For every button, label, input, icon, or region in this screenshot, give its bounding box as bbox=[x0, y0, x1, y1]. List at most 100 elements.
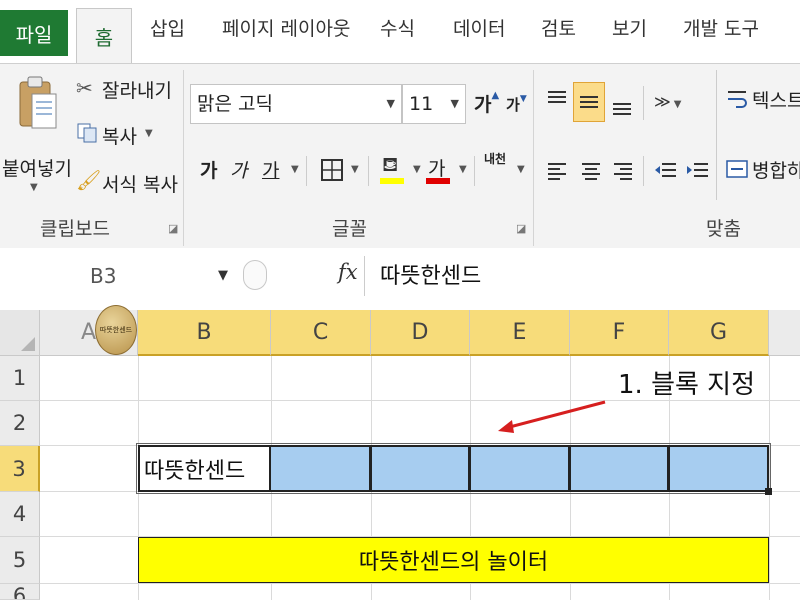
insert-function-icon[interactable]: fx bbox=[338, 260, 358, 284]
tab-developer[interactable]: 개발 도구 bbox=[683, 14, 759, 41]
column-header-g[interactable]: G bbox=[669, 310, 769, 356]
grow-font-button[interactable]: 가▲ bbox=[474, 90, 499, 117]
bold-button[interactable]: 가 bbox=[200, 156, 217, 183]
copy-dropdown-icon[interactable]: ▼ bbox=[145, 128, 153, 139]
font-family-select[interactable]: 맑은 고딕 ▼ bbox=[190, 84, 402, 124]
align-middle-button[interactable] bbox=[573, 82, 605, 122]
chevron-down-icon[interactable]: ▼ bbox=[218, 268, 228, 283]
cell-f3[interactable] bbox=[570, 445, 669, 492]
separator bbox=[364, 256, 365, 296]
font-group-label: 글꼴 bbox=[332, 218, 367, 240]
column-header-d[interactable]: D bbox=[371, 310, 470, 356]
underline-button[interactable]: 가 bbox=[262, 156, 279, 183]
row-header-2[interactable]: 2 bbox=[0, 401, 40, 446]
cell-b3[interactable]: 따뜻한센드 bbox=[138, 445, 271, 492]
scissors-icon: ✂ bbox=[76, 76, 93, 100]
column-header-b[interactable]: B bbox=[138, 310, 271, 356]
clipboard-launcher-icon[interactable]: ◪ bbox=[168, 222, 178, 235]
cell-d3[interactable] bbox=[371, 445, 470, 492]
shrink-font-button[interactable]: 가▼ bbox=[506, 94, 527, 115]
font-size-value: 11 bbox=[409, 93, 434, 115]
italic-button[interactable]: 가 bbox=[230, 156, 247, 183]
align-left-icon[interactable] bbox=[546, 160, 568, 182]
name-box[interactable]: B3 ▼ bbox=[0, 254, 240, 296]
increase-indent-icon[interactable] bbox=[686, 160, 710, 182]
select-all-icon bbox=[21, 337, 35, 351]
merged-cell-b5-text: 따뜻한센드의 놀이터 bbox=[358, 550, 549, 575]
underline-dropdown-icon[interactable]: ▼ bbox=[291, 164, 299, 175]
tab-data[interactable]: 데이터 bbox=[453, 14, 505, 41]
row-header-4[interactable]: 4 bbox=[0, 492, 40, 537]
cut-label: 잘라내기 bbox=[102, 80, 172, 102]
cell-b3-text: 따뜻한센드 bbox=[144, 459, 246, 484]
clipboard-icon bbox=[19, 76, 57, 129]
separator bbox=[474, 156, 475, 186]
tab-view[interactable]: 보기 bbox=[612, 14, 647, 41]
font-family-value: 맑은 고딕 bbox=[197, 93, 273, 115]
formula-bar-splitter[interactable] bbox=[243, 260, 267, 290]
font-color-glyph: 가 bbox=[428, 158, 446, 180]
font-size-select[interactable]: 11 ▼ bbox=[402, 84, 466, 124]
arrow-up-icon: ▲ bbox=[491, 90, 500, 101]
paste-button[interactable]: 붙여넣기 ▼ bbox=[2, 70, 72, 200]
separator bbox=[716, 70, 717, 200]
column-header-next[interactable] bbox=[769, 310, 800, 356]
font-color-button[interactable]: 가 bbox=[426, 152, 454, 186]
gridline bbox=[769, 356, 770, 600]
wrap-text-icon bbox=[728, 91, 747, 108]
cell-e3[interactable] bbox=[470, 445, 570, 492]
chevron-down-icon: ▼ bbox=[386, 97, 395, 110]
align-top-icon[interactable] bbox=[546, 88, 568, 110]
phonetic-dropdown-icon[interactable]: ▼ bbox=[517, 164, 525, 175]
fill-color-dropdown-icon[interactable]: ▼ bbox=[413, 164, 421, 175]
align-center-icon[interactable] bbox=[580, 160, 602, 182]
phonetic-button[interactable]: 내천 bbox=[484, 152, 506, 166]
ribbon-tab-bar: 파일 홈 삽입 페이지 레이아웃 수식 데이터 검토 보기 개발 도구 bbox=[0, 0, 800, 64]
separator bbox=[643, 86, 644, 120]
brush-icon: 🖌 bbox=[76, 168, 102, 192]
column-header-c[interactable]: C bbox=[271, 310, 371, 356]
wrap-text-label: 텍스트 bbox=[752, 90, 800, 112]
copy-label: 복사 bbox=[102, 126, 137, 148]
fill-color-swatch bbox=[380, 178, 404, 184]
font-launcher-icon[interactable]: ◪ bbox=[516, 222, 526, 235]
formula-input[interactable]: 따뜻한센드 bbox=[380, 258, 481, 290]
tab-file[interactable]: 파일 bbox=[0, 10, 68, 56]
paint-bucket-icon: ⛾ bbox=[382, 152, 399, 176]
row-header-6[interactable]: 6 bbox=[0, 584, 40, 600]
group-divider bbox=[183, 70, 184, 246]
decrease-indent-icon[interactable] bbox=[654, 160, 678, 182]
column-header-f[interactable]: F bbox=[570, 310, 669, 356]
align-middle-icon bbox=[580, 96, 598, 108]
select-all-button[interactable] bbox=[0, 310, 40, 356]
align-right-icon[interactable] bbox=[612, 160, 634, 182]
row-header-3[interactable]: 3 bbox=[0, 446, 40, 492]
column-header-e[interactable]: E bbox=[470, 310, 570, 356]
shrink-font-label: 가 bbox=[506, 96, 520, 114]
arrow-down-icon: ▼ bbox=[519, 94, 527, 104]
tab-page-layout[interactable]: 페이지 레이아웃 bbox=[222, 14, 350, 41]
tab-insert[interactable]: 삽입 bbox=[150, 14, 185, 41]
font-color-dropdown-icon[interactable]: ▼ bbox=[459, 164, 467, 175]
cell-g3[interactable] bbox=[669, 445, 769, 492]
name-box-value: B3 bbox=[90, 264, 117, 288]
row-header-5[interactable]: 5 bbox=[0, 537, 40, 584]
merge-icon bbox=[726, 160, 748, 178]
tab-formulas[interactable]: 수식 bbox=[380, 14, 415, 41]
annotation-arrow-icon bbox=[498, 400, 606, 433]
fill-handle[interactable] bbox=[765, 488, 772, 495]
fill-color-button[interactable]: ⛾ bbox=[380, 152, 408, 186]
grow-font-label: 가 bbox=[474, 94, 492, 116]
align-bottom-icon[interactable] bbox=[611, 94, 633, 116]
row-header-1[interactable]: 1 bbox=[0, 356, 40, 401]
paste-dropdown-icon[interactable]: ▼ bbox=[30, 182, 38, 193]
paste-label: 붙여넣기 bbox=[2, 158, 72, 180]
borders-dropdown-icon[interactable]: ▼ bbox=[351, 164, 359, 175]
format-painter-label: 서식 복사 bbox=[102, 174, 178, 196]
cell-c3[interactable] bbox=[271, 445, 371, 492]
tab-home[interactable]: 홈 bbox=[76, 8, 132, 64]
merged-cell-b5[interactable]: 따뜻한센드의 놀이터 bbox=[138, 537, 769, 583]
tab-review[interactable]: 검토 bbox=[541, 14, 576, 41]
borders-icon[interactable] bbox=[320, 158, 344, 182]
orientation-icon[interactable]: ≫ ▼ bbox=[654, 92, 681, 111]
